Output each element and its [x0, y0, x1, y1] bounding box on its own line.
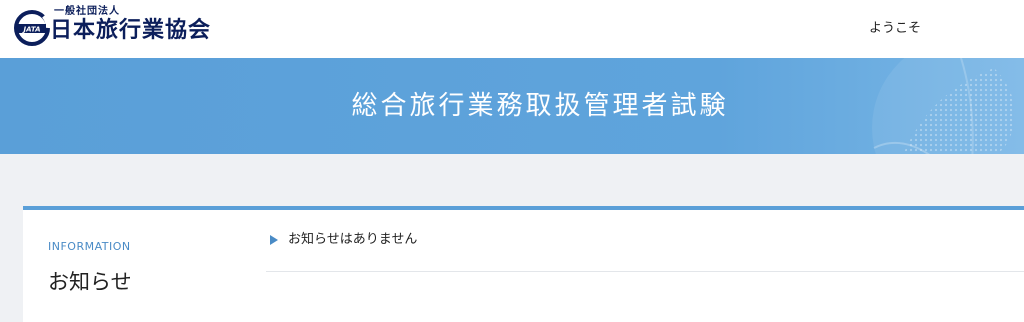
org-name: 日本旅行業協会 [50, 18, 212, 43]
information-panel: INFORMATION お知らせ お知らせはありません [23, 206, 1024, 322]
site-header: JATA 一般社団法人 日本旅行業協会 ようこそ [0, 0, 1024, 58]
page-banner: 総合旅行業務取扱管理者試験 [0, 58, 1024, 154]
information-label: INFORMATION [48, 240, 131, 253]
list-item: お知らせはありません [266, 232, 1024, 272]
triangle-bullet-icon [270, 235, 278, 245]
welcome-text: ようこそ [869, 21, 922, 36]
jata-logo-icon: JATA [14, 10, 50, 46]
information-heading: お知らせ [48, 270, 132, 294]
page-title: 総合旅行業務取扱管理者試験 [351, 91, 729, 121]
news-item-text: お知らせはありません [288, 232, 418, 247]
jata-logo-link[interactable]: JATA 一般社団法人 日本旅行業協会 [14, 6, 214, 46]
logo-mark-text: JATA [21, 26, 40, 34]
